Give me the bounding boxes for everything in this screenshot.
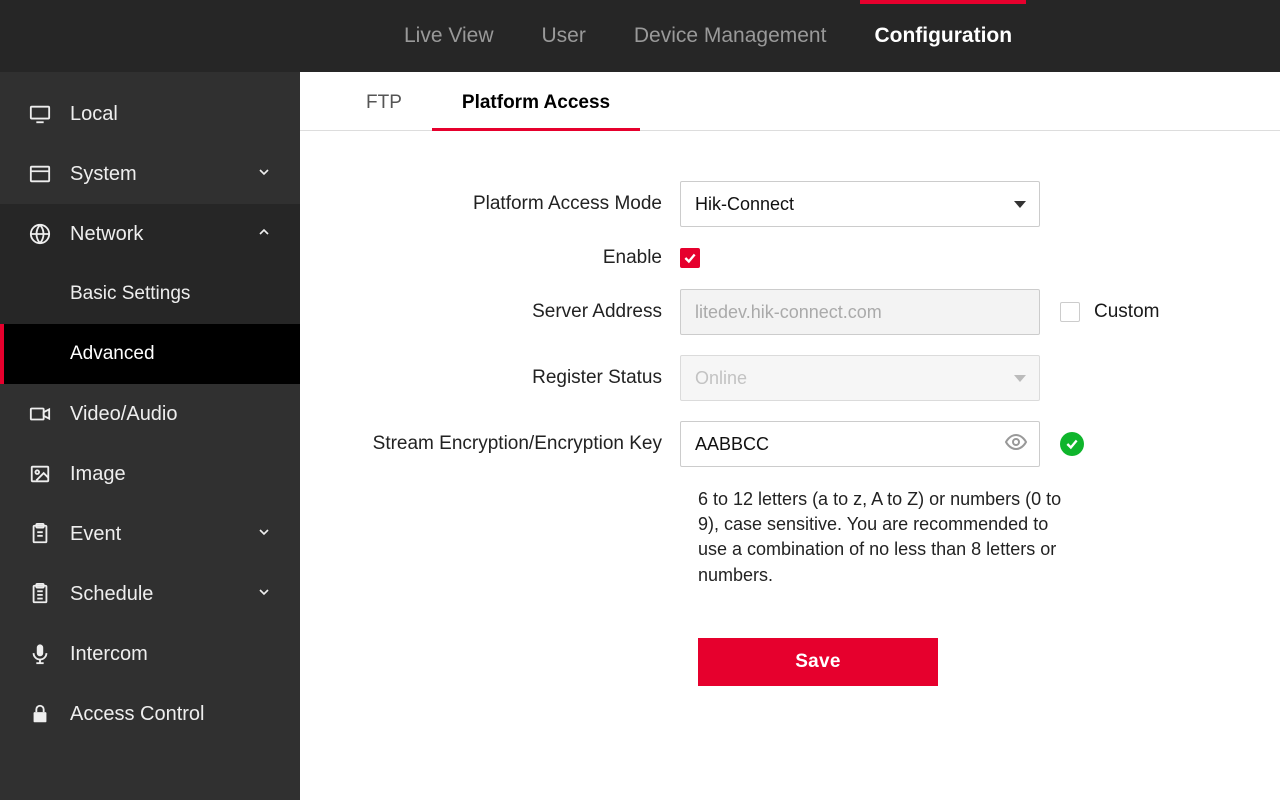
sidebar-item-label: Image <box>70 463 126 486</box>
chevron-up-icon <box>256 223 272 246</box>
register-status-select: Online <box>680 355 1040 401</box>
server-address-label: Server Address <box>340 301 680 323</box>
tab-ftp[interactable]: FTP <box>336 72 432 130</box>
check-icon <box>1060 432 1084 456</box>
encryption-key-label: Stream Encryption/Encryption Key <box>340 433 680 455</box>
top-nav: Live View User Device Management Configu… <box>0 0 1280 72</box>
encryption-key-input[interactable] <box>680 421 1040 467</box>
image-icon <box>28 463 52 485</box>
sidebar-sub-advanced[interactable]: Advanced <box>0 324 300 384</box>
sidebar-item-label: Event <box>70 523 121 546</box>
nav-user[interactable]: User <box>518 0 610 72</box>
lock-icon <box>28 703 52 725</box>
monitor-icon <box>28 103 52 125</box>
sidebar-item-image[interactable]: Image <box>0 444 300 504</box>
chevron-down-icon <box>256 523 272 546</box>
sidebar-item-label: System <box>70 163 137 186</box>
sidebar-item-event[interactable]: Event <box>0 504 300 564</box>
chevron-down-icon <box>256 583 272 606</box>
globe-icon <box>28 223 52 245</box>
platform-access-mode-label: Platform Access Mode <box>340 193 680 215</box>
tab-platform-access[interactable]: Platform Access <box>432 72 640 130</box>
save-button[interactable]: Save <box>698 638 938 686</box>
sidebar-item-network[interactable]: Network <box>0 204 300 264</box>
nav-configuration[interactable]: Configuration <box>850 0 1036 72</box>
sidebar-item-video-audio[interactable]: Video/Audio <box>0 384 300 444</box>
subtabs: FTP Platform Access <box>300 72 1280 131</box>
sidebar-item-label: Access Control <box>70 703 205 726</box>
list-icon <box>28 583 52 605</box>
sidebar-item-system[interactable]: System <box>0 144 300 204</box>
microphone-icon <box>28 643 52 665</box>
sidebar-item-intercom[interactable]: Intercom <box>0 624 300 684</box>
chevron-down-icon <box>256 163 272 186</box>
sidebar-sub-basic-settings[interactable]: Basic Settings <box>0 264 300 324</box>
clipboard-icon <box>28 523 52 545</box>
sidebar-item-label: Video/Audio <box>70 403 178 426</box>
sidebar: Local System Network Basic Settings Adva… <box>0 72 300 800</box>
register-status-label: Register Status <box>340 367 680 389</box>
nav-device-management[interactable]: Device Management <box>610 0 851 72</box>
sidebar-item-access-control[interactable]: Access Control <box>0 684 300 744</box>
sidebar-item-local[interactable]: Local <box>0 84 300 144</box>
custom-label: Custom <box>1094 301 1159 323</box>
nav-live-view[interactable]: Live View <box>380 0 518 72</box>
sidebar-item-schedule[interactable]: Schedule <box>0 564 300 624</box>
enable-label: Enable <box>340 247 680 269</box>
custom-checkbox[interactable] <box>1060 302 1080 322</box>
eye-icon[interactable] <box>1004 430 1028 458</box>
window-icon <box>28 163 52 185</box>
enable-checkbox[interactable] <box>680 248 700 268</box>
sidebar-item-label: Intercom <box>70 643 148 666</box>
sidebar-item-label: Local <box>70 103 118 126</box>
platform-access-mode-select[interactable]: Hik-Connect <box>680 181 1040 227</box>
camcorder-icon <box>28 403 52 425</box>
encryption-hint: 6 to 12 letters (a to z, A to Z) or numb… <box>698 487 1068 588</box>
server-address-input <box>680 289 1040 335</box>
content-panel: FTP Platform Access Platform Access Mode… <box>300 72 1280 800</box>
sidebar-item-label: Network <box>70 223 143 246</box>
sidebar-item-label: Schedule <box>70 583 153 606</box>
